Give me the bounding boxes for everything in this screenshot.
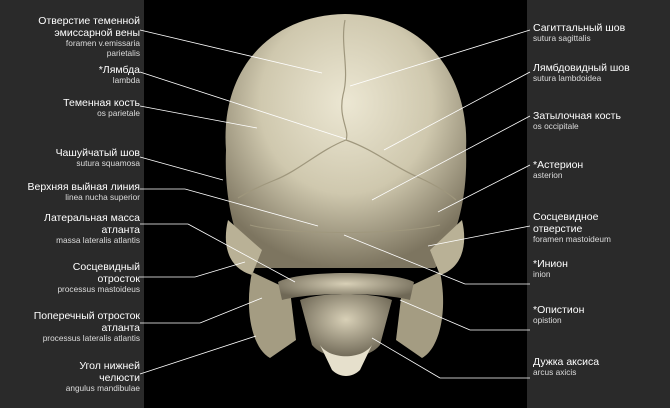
anatomy-figure: Отверстие теменной эмиссарной вены foram… <box>0 0 670 408</box>
label-mastoid-foramen: Сосцевидное отверстие foramen mastoideum <box>533 211 611 245</box>
skull <box>225 14 467 376</box>
label-atlas-lateral-mass: Латеральная масса атланта massa laterali… <box>44 212 140 246</box>
label-mastoid-process: Сосцевидный отросток processus mastoideu… <box>57 261 140 295</box>
label-lambdoid-suture: Лямбдовидный шов sutura lambdoidea <box>533 62 630 84</box>
label-sagittal-suture: Сагиттальный шов sutura sagittalis <box>533 22 626 44</box>
label-asterion: *Астерион asterion <box>533 159 584 181</box>
label-squamous-suture: Чашуйчатый шов sutura squamosa <box>55 147 140 169</box>
label-inion: *Инион inion <box>533 258 568 280</box>
label-lambda: *Лямбда lambda <box>98 64 140 86</box>
label-occipital-bone: Затылочная кость os occipitale <box>533 110 621 132</box>
leader-mastoid-process-2 <box>194 261 246 278</box>
leader-mandible-angle <box>139 335 257 375</box>
label-parietal-bone: Теменная кость os parietale <box>63 97 140 119</box>
label-opisthion: *Опистион opistion <box>533 304 585 326</box>
label-mandible-angle: Угол нижней челюсти angulus mandibulae <box>65 360 140 394</box>
cranium <box>225 14 467 268</box>
label-axis-arch: Дужка аксиса arcus axicis <box>533 356 600 378</box>
axis <box>300 294 392 358</box>
label-parietal-emissary-foramen: Отверстие теменной эмиссарной вены foram… <box>38 15 140 58</box>
label-superior-nuchal-line: Верхняя выйная линия linea nucha superio… <box>27 181 140 203</box>
label-atlas-transverse-process: Поперечный отросток атланта processus la… <box>33 310 140 344</box>
leader-squamous-suture <box>139 156 224 181</box>
